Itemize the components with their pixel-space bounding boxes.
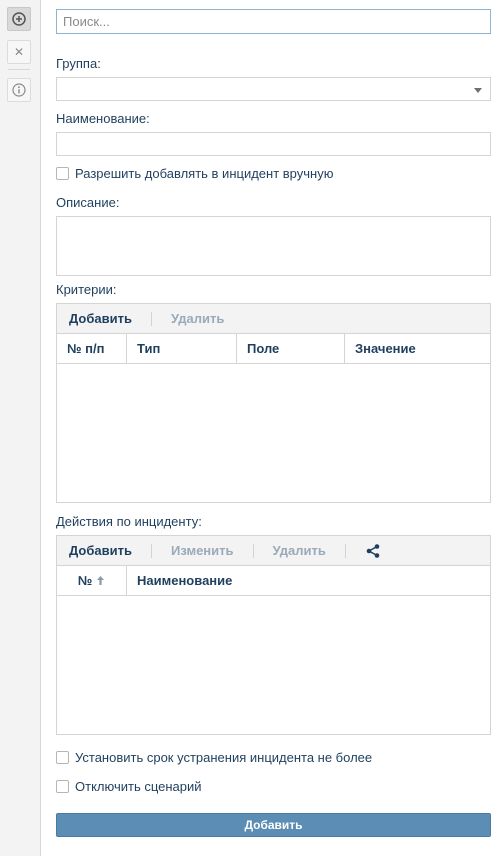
info-button[interactable] — [7, 78, 31, 102]
criteria-delete-button[interactable]: Удалить — [171, 311, 224, 326]
arrow-up-icon — [97, 576, 105, 585]
toolbar-divider — [150, 311, 152, 326]
actions-header: № Наименование — [57, 566, 490, 596]
column-header-number[interactable]: № — [57, 566, 127, 595]
toolbar-divider — [150, 543, 152, 558]
search-input[interactable] — [63, 14, 484, 29]
group-select[interactable] — [56, 77, 491, 101]
allow-manual-row[interactable]: Разрешить добавлять в инцидент вручную — [56, 166, 333, 181]
criteria-label: Критерии: — [56, 282, 117, 297]
disable-scenario-row[interactable]: Отключить сценарий — [56, 779, 202, 794]
toolbar-divider — [344, 543, 346, 558]
share-icon[interactable] — [365, 543, 381, 559]
toolbar-divider — [252, 543, 254, 558]
actions-toolbar: Добавить Изменить Удалить — [57, 536, 490, 566]
criteria-add-button[interactable]: Добавить — [69, 311, 132, 326]
rail-divider — [8, 69, 30, 70]
left-toolbar: ✕ — [0, 0, 41, 856]
allow-manual-checkbox[interactable] — [56, 167, 69, 180]
actions-edit-button[interactable]: Изменить — [171, 543, 234, 558]
criteria-header: № п/п Тип Поле Значение — [57, 334, 490, 364]
allow-manual-label: Разрешить добавлять в инцидент вручную — [75, 166, 334, 181]
group-label: Группа: — [56, 56, 101, 71]
name-label: Наименование: — [56, 111, 150, 126]
actions-label: Действия по инциденту: — [56, 514, 202, 529]
column-header-number[interactable]: № п/п — [57, 334, 127, 363]
close-icon: ✕ — [13, 45, 25, 59]
chevron-down-icon[interactable] — [474, 88, 482, 93]
submit-add-button[interactable]: Добавить — [56, 813, 491, 837]
disable-scenario-label: Отключить сценарий — [75, 779, 202, 794]
actions-add-button[interactable]: Добавить — [69, 543, 132, 558]
actions-delete-button[interactable]: Удалить — [273, 543, 326, 558]
deadline-checkbox[interactable] — [56, 751, 69, 764]
description-textarea[interactable] — [56, 216, 491, 276]
column-header-type[interactable]: Тип — [127, 334, 237, 363]
plus-circle-icon — [12, 12, 26, 26]
close-button[interactable]: ✕ — [7, 40, 31, 64]
deadline-label: Установить срок устранения инцидента не … — [75, 750, 373, 765]
description-label: Описание: — [56, 195, 120, 210]
name-field[interactable] — [56, 132, 491, 156]
add-button[interactable] — [7, 7, 31, 31]
deadline-row[interactable]: Установить срок устранения инцидента не … — [56, 750, 372, 765]
disable-scenario-checkbox[interactable] — [56, 780, 69, 793]
column-header-number-label: № — [77, 573, 93, 588]
search-field[interactable] — [56, 9, 491, 34]
column-header-field[interactable]: Поле — [237, 334, 345, 363]
column-header-value[interactable]: Значение — [345, 334, 490, 363]
column-header-name[interactable]: Наименование — [127, 566, 490, 595]
criteria-toolbar: Добавить Удалить — [57, 304, 490, 334]
criteria-grid: Добавить Удалить № п/п Тип Поле Значение — [56, 303, 491, 503]
actions-grid: Добавить Изменить Удалить № Наименование — [56, 535, 491, 735]
info-icon — [12, 83, 26, 97]
